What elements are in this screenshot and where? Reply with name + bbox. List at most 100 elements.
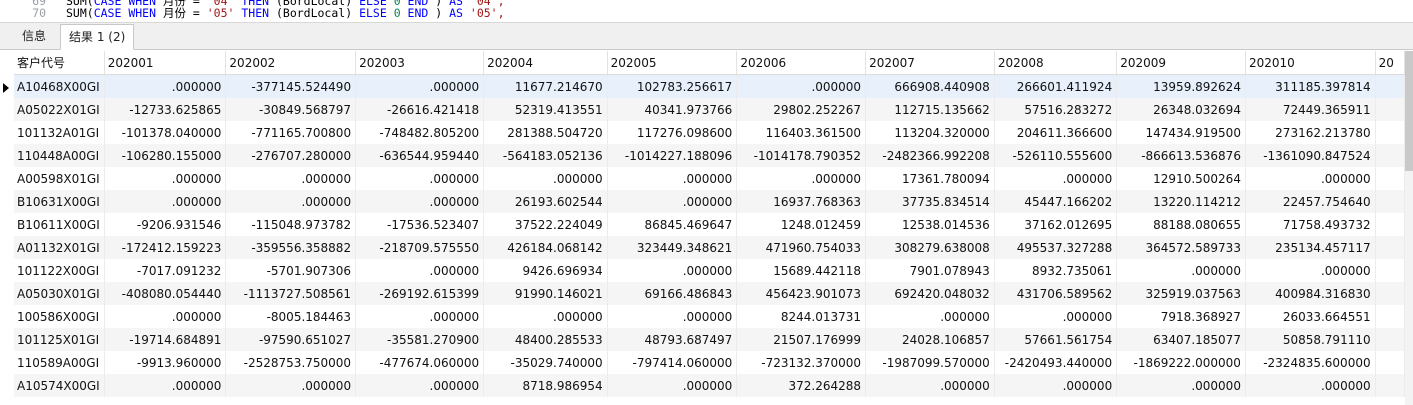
value-cell[interactable]: -748482.805200 [355, 121, 485, 144]
value-cell[interactable]: -408080.054440 [104, 282, 227, 305]
value-cell[interactable]: 17361.780094 [865, 167, 995, 190]
value-cell[interactable]: 7918.368927 [1116, 305, 1246, 328]
value-cell[interactable]: .000000 [104, 190, 227, 213]
value-cell[interactable]: 12538.014536 [865, 213, 995, 236]
value-cell[interactable]: -359556.358882 [225, 236, 357, 259]
value-cell[interactable]: 48400.285533 [483, 328, 608, 351]
value-cell[interactable]: 9426.696934 [483, 259, 608, 282]
value-cell[interactable]: .000000 [865, 374, 995, 397]
column-header[interactable]: 客户代号 [14, 51, 105, 75]
table-row[interactable]: 110589A00GI -9913.960000 -2528753.750000 -4… [14, 351, 1405, 374]
value-cell[interactable] [1375, 213, 1405, 236]
value-cell[interactable]: .000000 [483, 167, 608, 190]
value-cell[interactable]: .000000 [225, 374, 357, 397]
customer-code-cell[interactable]: 110589A00GI [14, 351, 105, 374]
value-cell[interactable]: -2528753.750000 [225, 351, 357, 374]
value-cell[interactable] [1375, 167, 1405, 190]
value-cell[interactable]: 372.264288 [736, 374, 867, 397]
value-cell[interactable]: -35581.270900 [355, 328, 485, 351]
value-cell[interactable]: -218709.575550 [355, 236, 485, 259]
value-cell[interactable]: .000000 [104, 74, 227, 98]
table-row[interactable]: A10574X00GI .000000.000000.000000 8718.986… [14, 374, 1405, 397]
column-header[interactable]: 202009 [1116, 51, 1246, 75]
value-cell[interactable]: 456423.901073 [736, 282, 867, 305]
table-row[interactable]: B10611X00GI -9206.931546 -115048.973782 -17… [14, 213, 1405, 236]
value-cell[interactable]: -101378.040000 [104, 121, 227, 144]
value-cell[interactable]: .000000 [225, 167, 357, 190]
value-cell[interactable] [1375, 121, 1405, 144]
table-row[interactable]: A00598X01GI .000000.000000.000000.000000.… [14, 167, 1405, 190]
value-cell[interactable]: 88188.080655 [1116, 213, 1246, 236]
value-cell[interactable]: 26033.664551 [1245, 305, 1376, 328]
value-cell[interactable]: -1113727.508561 [225, 282, 357, 305]
value-cell[interactable]: 86845.469647 [607, 213, 738, 236]
value-cell[interactable]: 431706.589562 [994, 282, 1118, 305]
value-cell[interactable]: .000000 [104, 374, 227, 397]
value-cell[interactable]: 112715.135662 [865, 98, 995, 121]
table-row[interactable]: 101125X01GI -19714.684891 -97590.651027 -35… [14, 328, 1405, 351]
value-cell[interactable]: 308279.638008 [865, 236, 995, 259]
table-row[interactable]: 101122X00GI -7017.091232 -5701.907306.0000… [14, 259, 1405, 282]
customer-code-cell[interactable]: A05030X01GI [14, 282, 105, 305]
value-cell[interactable] [1375, 374, 1405, 397]
value-cell[interactable]: 15689.442118 [736, 259, 867, 282]
value-cell[interactable]: -477674.060000 [355, 351, 485, 374]
value-cell[interactable] [1375, 236, 1405, 259]
value-cell[interactable]: -564183.052136 [483, 144, 608, 167]
value-cell[interactable]: -771165.700800 [225, 121, 357, 144]
customer-code-cell[interactable]: 101125X01GI [14, 328, 105, 351]
value-cell[interactable]: -106280.155000 [104, 144, 227, 167]
value-cell[interactable]: 57661.561754 [994, 328, 1118, 351]
customer-code-cell[interactable]: A10468X00GI [14, 74, 105, 98]
value-cell[interactable]: .000000 [994, 374, 1118, 397]
value-cell[interactable]: -2324835.600000 [1245, 351, 1376, 374]
value-cell[interactable]: 29802.252267 [736, 98, 867, 121]
vertical-scrollbar-thumb[interactable] [1405, 51, 1413, 171]
column-header[interactable]: 202001 [104, 51, 227, 75]
value-cell[interactable]: .000000 [994, 167, 1118, 190]
column-header[interactable]: 202007 [865, 51, 995, 75]
customer-code-cell[interactable]: 101122X00GI [14, 259, 105, 282]
value-cell[interactable]: -26616.421418 [355, 98, 485, 121]
value-cell[interactable]: 117276.098600 [607, 121, 738, 144]
value-cell[interactable]: 48793.687497 [607, 328, 738, 351]
table-row[interactable]: A01132X01GI -172412.159223 -359556.358882-… [14, 236, 1405, 259]
value-cell[interactable]: -1361090.847524 [1245, 144, 1376, 167]
value-cell[interactable] [1375, 305, 1405, 328]
value-cell[interactable]: 24028.106857 [865, 328, 995, 351]
value-cell[interactable]: -19714.684891 [104, 328, 227, 351]
value-cell[interactable]: .000000 [1116, 374, 1246, 397]
value-cell[interactable]: 16937.768363 [736, 190, 867, 213]
value-cell[interactable]: -377145.524490 [225, 74, 357, 98]
customer-code-cell[interactable]: 101132A01GI [14, 121, 105, 144]
value-cell[interactable]: .000000 [865, 305, 995, 328]
table-row[interactable]: 101132A01GI -101378.040000 -771165.700800-… [14, 121, 1405, 144]
value-cell[interactable]: 323449.348621 [607, 236, 738, 259]
table-row[interactable]: 110448A00GI -106280.155000 -276707.280000-… [14, 144, 1405, 167]
value-cell[interactable]: .000000 [994, 305, 1118, 328]
value-cell[interactable]: 471960.754033 [736, 236, 867, 259]
value-cell[interactable]: 71758.493732 [1245, 213, 1376, 236]
value-cell[interactable]: 8932.735061 [994, 259, 1118, 282]
value-cell[interactable]: 325919.037563 [1116, 282, 1246, 305]
column-header[interactable]: 20 [1375, 51, 1405, 75]
value-cell[interactable]: -526110.555600 [994, 144, 1118, 167]
value-cell[interactable]: -1869222.000000 [1116, 351, 1246, 374]
value-cell[interactable]: 204611.366600 [994, 121, 1118, 144]
column-header[interactable]: 202005 [607, 51, 738, 75]
table-row[interactable]: A10468X00GI .000000 -377145.524490.000000 1… [14, 74, 1405, 98]
table-row[interactable]: 100586X00GI .000000 -8005.184463.000000.00… [14, 305, 1405, 328]
column-header[interactable]: 202004 [483, 51, 608, 75]
value-cell[interactable]: .000000 [1116, 259, 1246, 282]
value-cell[interactable]: -2420493.440000 [994, 351, 1118, 374]
value-cell[interactable]: -797414.060000 [607, 351, 738, 374]
value-cell[interactable]: -1987099.570000 [865, 351, 995, 374]
value-cell[interactable] [1375, 328, 1405, 351]
value-cell[interactable]: 273162.213780 [1245, 121, 1376, 144]
value-cell[interactable]: .000000 [607, 259, 738, 282]
value-cell[interactable]: .000000 [607, 190, 738, 213]
value-cell[interactable] [1375, 259, 1405, 282]
value-cell[interactable]: 50858.791110 [1245, 328, 1376, 351]
value-cell[interactable]: .000000 [1245, 167, 1376, 190]
value-cell[interactable]: -35029.740000 [483, 351, 608, 374]
